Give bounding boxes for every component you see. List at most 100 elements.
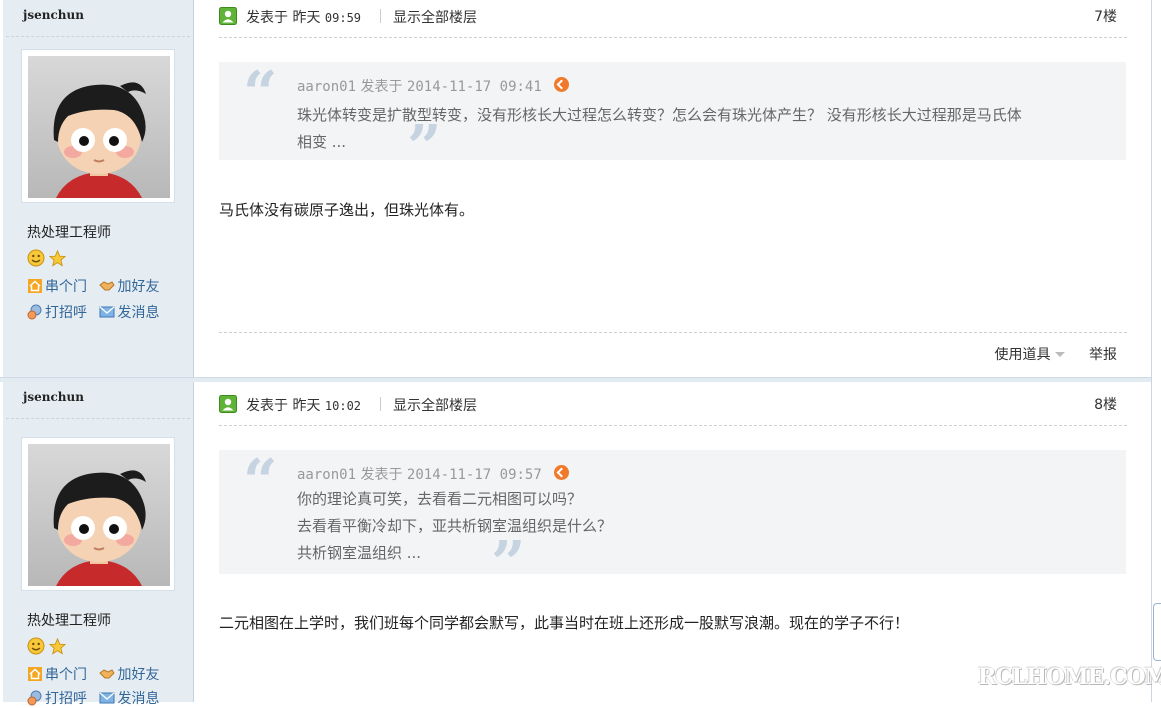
report-link[interactable]: 举报 — [1089, 347, 1117, 363]
quote-block: “ aaron01 发表于 2014-11-17 09:57 你的理论真可笑，去… — [219, 447, 1126, 594]
home-icon — [28, 279, 42, 293]
visit-label: 串个门 — [45, 667, 87, 683]
header-divider-line — [219, 37, 1127, 38]
star-icon — [49, 249, 67, 271]
quote-line: 去看看平衡冷却下，亚共析钢室温组织是什么？ — [297, 517, 613, 535]
post-content: 二元相图在上学时，我们班每个同学都会默写，此事当时在班上还形成一股默写浪潮。现在… — [219, 614, 910, 632]
smiley-icon — [27, 249, 45, 271]
profile-links-row-1: 串个门 加好友 — [27, 276, 167, 296]
user-rank: 热处理工程师 — [27, 225, 111, 241]
avatar[interactable] — [21, 437, 175, 591]
add-friend-link[interactable]: 加好友 — [99, 276, 159, 296]
posted-label: 发表于 — [246, 10, 288, 26]
add-friend-label: 加好友 — [117, 667, 160, 683]
quote-meta: aaron01 发表于 2014-11-17 09:41 — [297, 76, 570, 96]
greet-link[interactable]: 打招呼 — [27, 302, 87, 322]
author-sidebar: jsenchun 热处理工程师 串个门 加好友 打招呼 发消息 — [3, 382, 194, 707]
visit-label: 串个门 — [45, 279, 87, 295]
open-quote-icon: “ — [243, 447, 278, 517]
profile-links-row-1: 串个门 加好友 — [27, 664, 167, 684]
use-tools-menu[interactable]: 使用道具 — [995, 347, 1065, 363]
jump-to-post-icon[interactable] — [554, 77, 570, 92]
quote-user: aaron01 — [297, 79, 357, 95]
post-floor-8: jsenchun 热处理工程师 串个门 加好友 打招呼 发消息 发表于 昨天 1… — [0, 382, 1151, 707]
author-name[interactable]: jsenchun — [23, 8, 84, 22]
author-sidebar: jsenchun 热处理工程师 串个门 加好友 打招呼 发消息 — [3, 0, 194, 377]
floor-number[interactable]: 8楼 — [1094, 394, 1117, 414]
quote-datetime: 2014-11-17 09:57 — [406, 467, 542, 483]
footer-divider-line — [219, 332, 1127, 333]
sidebar-divider — [6, 418, 190, 419]
post-time: 发表于 昨天 09:59 — [246, 7, 361, 27]
greet-label: 打招呼 — [45, 691, 87, 707]
post-day: 昨天 — [292, 10, 321, 26]
post-header: 发表于 昨天 09:59 显示全部楼层 7楼 — [219, 5, 1127, 27]
show-all-floors-link[interactable]: 显示全部楼层 — [393, 395, 477, 415]
post-content: 马氏体没有碳原子逸出，但珠光体有。 — [219, 201, 475, 219]
quote-line: 你的理论真可笑，去看看二元相图可以吗？ — [297, 490, 583, 508]
avatar[interactable] — [21, 49, 175, 203]
profile-links-row-2: 打招呼 发消息 — [27, 688, 167, 708]
smiley-icon — [27, 637, 45, 659]
post-day: 昨天 — [292, 398, 321, 414]
online-user-icon — [219, 7, 237, 25]
post-time: 发表于 昨天 10:02 — [246, 395, 361, 415]
site-watermark: RCLHOME.COM — [978, 664, 1161, 690]
home-icon — [28, 667, 42, 681]
handshake-icon — [99, 669, 116, 679]
quote-datetime: 2014-11-17 09:41 — [406, 79, 542, 95]
show-all-floors-link[interactable]: 显示全部楼层 — [393, 7, 477, 27]
post-header: 发表于 昨天 10:02 显示全部楼层 8楼 — [219, 393, 1127, 415]
visit-link[interactable]: 串个门 — [27, 276, 87, 296]
envelope-icon — [99, 306, 115, 318]
greet-link[interactable]: 打招呼 — [27, 688, 87, 708]
post-main: 发表于 昨天 09:59 显示全部楼层 7楼 “ aaron01 发表于 201… — [219, 0, 1127, 377]
jump-to-post-icon[interactable] — [554, 465, 570, 480]
posted-label: 发表于 — [246, 398, 288, 414]
quote-posted-label: 发表于 — [360, 467, 403, 483]
add-friend-label: 加好友 — [117, 279, 160, 295]
handshake-icon — [99, 281, 116, 291]
close-quote-icon: ” — [491, 529, 526, 599]
profile-links-row-2: 打招呼 发消息 — [27, 302, 167, 322]
header-divider-line — [219, 425, 1127, 426]
post-clock: 09:59 — [324, 11, 362, 25]
quote-line: 共析钢室温组织 ... — [297, 544, 422, 562]
quote-meta: aaron01 发表于 2014-11-17 09:57 — [297, 464, 570, 484]
message-link[interactable]: 发消息 — [99, 302, 159, 322]
greet-label: 打招呼 — [45, 305, 87, 321]
visit-link[interactable]: 串个门 — [27, 664, 87, 684]
add-friend-link[interactable]: 加好友 — [99, 664, 159, 684]
side-tab-handle[interactable] — [1153, 603, 1161, 661]
greet-icon — [27, 304, 42, 320]
header-divider — [380, 9, 381, 23]
quote-posted-label: 发表于 — [360, 79, 403, 95]
close-quote-icon: ” — [407, 113, 442, 183]
quote-block: “ aaron01 发表于 2014-11-17 09:41 珠光体转变是扩散型… — [219, 59, 1126, 178]
avatar-image — [28, 444, 170, 586]
floor-number[interactable]: 7楼 — [1094, 6, 1117, 26]
rank-stars — [27, 637, 67, 659]
sidebar-divider — [6, 36, 190, 37]
message-link[interactable]: 发消息 — [99, 688, 159, 708]
chevron-down-icon — [1054, 352, 1065, 357]
post-clock: 10:02 — [324, 399, 362, 413]
header-divider — [380, 397, 381, 411]
post-floor-7: jsenchun 热处理工程师 串个门 加好友 打招呼 发消息 发表于 昨天 0… — [0, 0, 1151, 377]
author-name[interactable]: jsenchun — [23, 390, 84, 404]
post-footer: 使用道具 举报 — [995, 344, 1117, 364]
user-rank: 热处理工程师 — [27, 613, 111, 629]
message-label: 发消息 — [117, 691, 160, 707]
online-user-icon — [219, 395, 237, 413]
avatar-image — [28, 56, 170, 198]
open-quote-icon: “ — [243, 59, 278, 129]
quote-user: aaron01 — [297, 467, 357, 483]
star-icon — [49, 637, 67, 659]
quote-text: 你的理论真可笑，去看看二元相图可以吗？ 去看看平衡冷却下，亚共析钢室温组织是什么… — [297, 486, 1117, 567]
use-tools-label: 使用道具 — [994, 347, 1051, 363]
post-main: 发表于 昨天 10:02 显示全部楼层 8楼 “ aaron01 发表于 201… — [219, 382, 1127, 702]
rank-stars — [27, 249, 67, 271]
envelope-icon — [99, 692, 115, 704]
message-label: 发消息 — [117, 305, 160, 321]
greet-icon — [27, 690, 42, 706]
